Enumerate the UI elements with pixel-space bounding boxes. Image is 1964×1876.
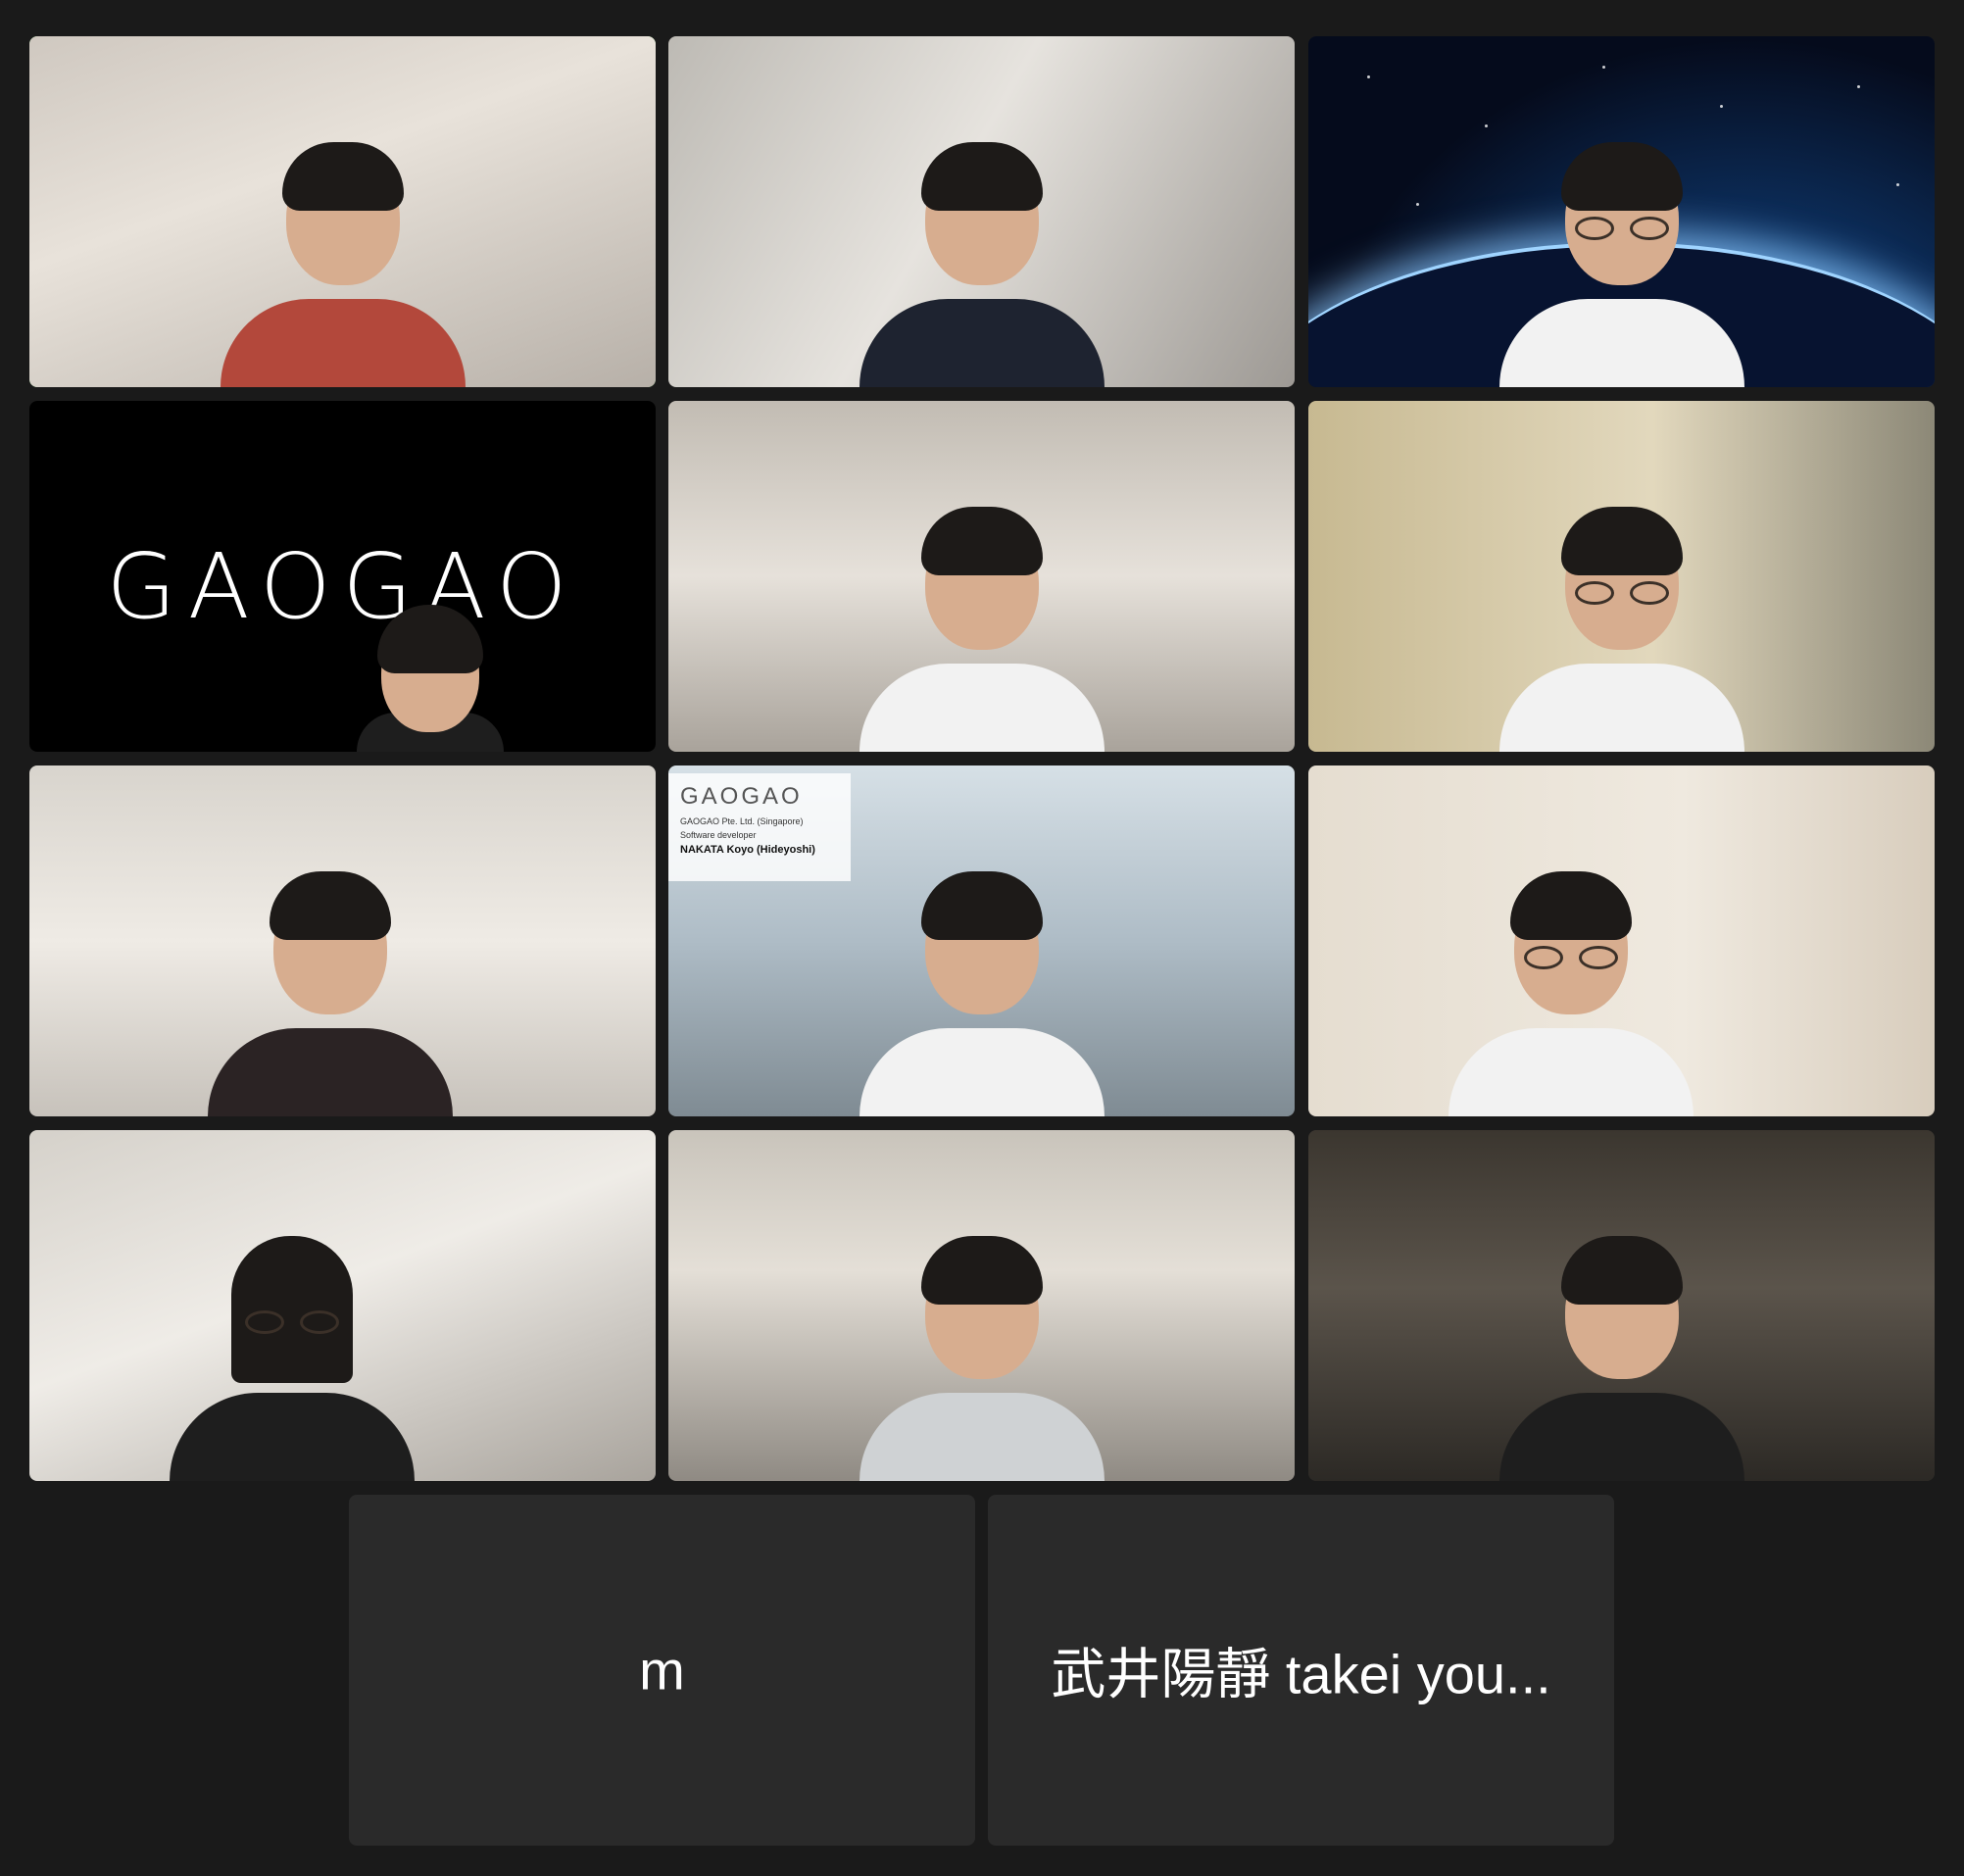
glasses-icon [1524, 946, 1619, 969]
video-feed [29, 36, 656, 387]
participant-name: m [639, 1639, 685, 1702]
video-feed [1308, 36, 1935, 387]
participant-name-tile[interactable]: m [349, 1495, 975, 1846]
video-feed [29, 1130, 656, 1481]
video-feed [668, 401, 1295, 752]
participant-video-tile[interactable] [29, 36, 656, 387]
name-lower-third: GAOGAO GAOGAO Pte. Ltd. (Singapore) Soft… [668, 773, 851, 881]
video-feed [29, 765, 656, 1116]
participant-avatar [855, 497, 1109, 752]
participant-video-tile[interactable] [1308, 401, 1935, 752]
video-feed [1308, 1130, 1935, 1481]
participant-video-tile[interactable] [1308, 765, 1935, 1116]
participant-avatar [1495, 132, 1749, 387]
glasses-icon [1574, 217, 1669, 240]
participant-video-tile[interactable]: GAOGAO GAOGAO Pte. Ltd. (Singapore) Soft… [668, 765, 1295, 1116]
participant-name-tile[interactable]: 武井陽靜 takei you... [988, 1495, 1614, 1846]
participant-avatar [165, 1226, 419, 1481]
video-feed [1308, 401, 1935, 752]
glasses-icon [245, 1310, 340, 1334]
participant-video-tile[interactable] [29, 1130, 656, 1481]
lower-third-role: Software developer [680, 830, 757, 840]
lower-third-name: NAKATA Koyo (Hideyoshi) [680, 844, 815, 856]
video-gallery: GAOGAO GAOGAO GAOGAO Pte. Ltd. (Singapor… [0, 0, 1964, 1876]
glasses-icon [1574, 581, 1669, 605]
participant-video-tile[interactable] [1308, 1130, 1935, 1481]
participant-avatar [1495, 497, 1749, 752]
lower-third-logo: GAOGAO [680, 783, 803, 810]
participant-video-tile[interactable] [668, 401, 1295, 752]
participant-video-tile[interactable] [29, 765, 656, 1116]
participant-avatar [855, 1226, 1109, 1481]
participant-avatar [1495, 1226, 1749, 1481]
participant-video-tile[interactable] [668, 36, 1295, 387]
participant-avatar [203, 862, 458, 1116]
video-feed [1308, 765, 1935, 1116]
video-feed [668, 1130, 1295, 1481]
participant-avatar [855, 132, 1109, 387]
video-feed [668, 36, 1295, 387]
participant-video-tile[interactable]: GAOGAO [29, 401, 656, 752]
participant-video-tile[interactable] [668, 1130, 1295, 1481]
participant-name: 武井陽靜 takei you... [1051, 1643, 1551, 1705]
participant-avatar [342, 605, 518, 752]
video-feed: GAOGAO [29, 401, 656, 752]
participant-avatar [216, 132, 470, 387]
participant-avatar [1444, 862, 1698, 1116]
lower-third-company: GAOGAO Pte. Ltd. (Singapore) [680, 816, 804, 826]
participant-avatar [855, 862, 1109, 1116]
participant-video-tile[interactable] [1308, 36, 1935, 387]
video-feed: GAOGAO GAOGAO Pte. Ltd. (Singapore) Soft… [668, 765, 1295, 1116]
